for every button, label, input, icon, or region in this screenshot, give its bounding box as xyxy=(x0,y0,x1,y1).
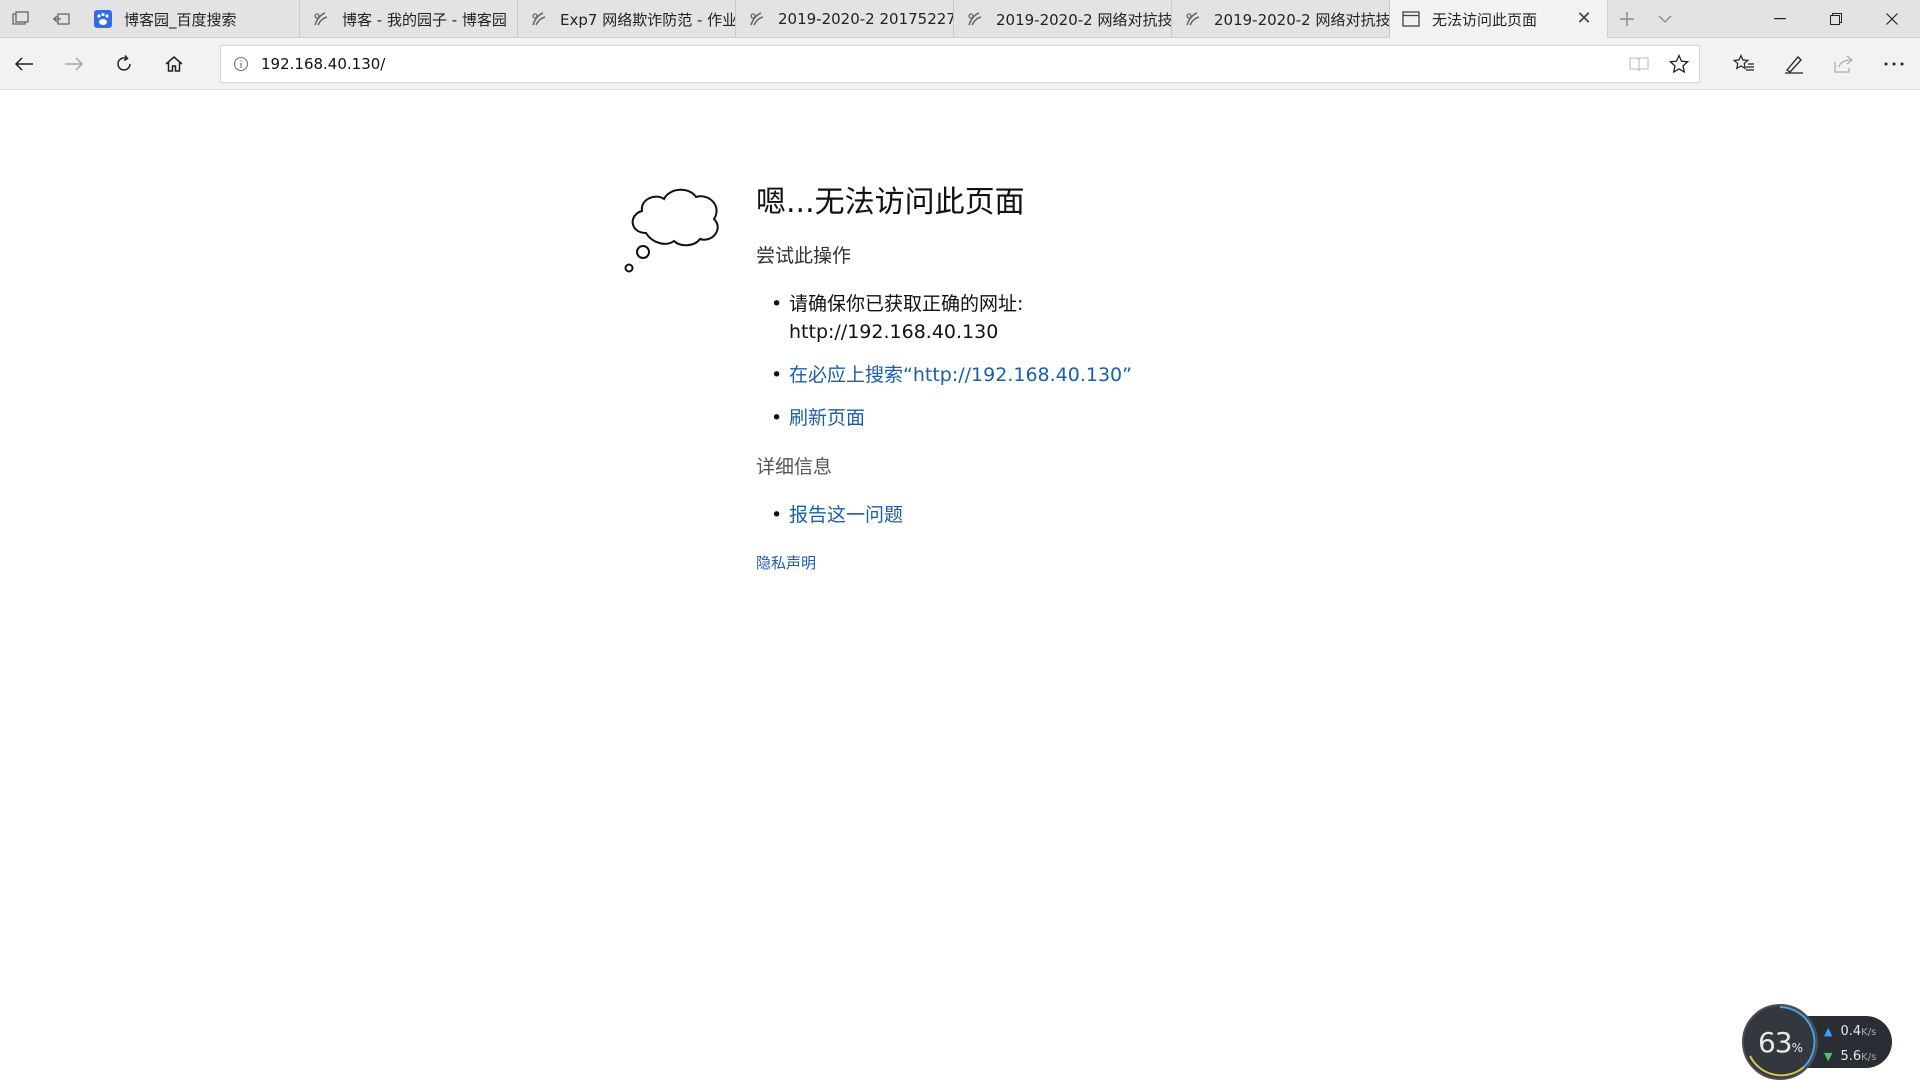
tab-network-1[interactable]: 2019-2020-2 网络对抗技术 xyxy=(954,0,1172,38)
error-page: 嗯...无法访问此页面 尝试此操作 请确保你已获取正确的网址: http://1… xyxy=(0,91,1920,1080)
error-title: 嗯...无法访问此页面 xyxy=(756,185,1025,220)
tab-label: 2019-2020-2 网络对抗技术 xyxy=(1214,10,1389,29)
memory-usage-ring: 63% xyxy=(1742,1004,1818,1080)
details-list: 报告这一问题 xyxy=(756,501,1356,529)
cnblogs-icon xyxy=(966,10,984,28)
url-input[interactable] xyxy=(261,55,1619,73)
new-tab-icon[interactable]: + xyxy=(1608,0,1646,38)
list-item-refresh: 刷新页面 xyxy=(756,404,1356,432)
tab-label: 2019-2020-2 20175227 xyxy=(778,10,953,28)
close-tab-icon[interactable]: ✕ xyxy=(1575,10,1593,28)
web-note-pen-icon[interactable] xyxy=(1776,46,1812,82)
tab-active-error[interactable]: 无法访问此页面 ✕ xyxy=(1390,0,1608,38)
try-heading: 尝试此操作 xyxy=(756,245,852,267)
list-item-check-url: 请确保你已获取正确的网址: http://192.168.40.130 xyxy=(756,290,1356,346)
cnblogs-icon xyxy=(312,10,330,28)
set-tabs-aside-icon[interactable] xyxy=(42,0,80,38)
tab-label: 无法访问此页面 xyxy=(1432,10,1538,29)
forward-button[interactable] xyxy=(56,46,92,82)
thought-cloud-icon xyxy=(624,188,719,273)
usage-ring-arc xyxy=(1749,1006,1816,1077)
site-info-icon[interactable] xyxy=(221,56,261,72)
refresh-page-link[interactable]: 刷新页面 xyxy=(789,407,865,429)
favorites-hub-icon[interactable] xyxy=(1726,46,1762,82)
cnblogs-icon xyxy=(530,10,548,28)
favorite-star-icon[interactable] xyxy=(1659,54,1699,74)
download-arrow-icon: ▼ xyxy=(1824,1050,1833,1063)
upload-arrow-icon: ▲ xyxy=(1824,1025,1833,1038)
tab-preview-icon[interactable] xyxy=(2,0,40,38)
download-rate: ▼ 5.6K/s xyxy=(1824,1049,1877,1064)
privacy-statement-link[interactable]: 隐私声明 xyxy=(756,552,816,573)
back-button[interactable] xyxy=(6,46,42,82)
cnblogs-icon xyxy=(1184,10,1202,28)
more-options-icon[interactable] xyxy=(1876,46,1912,82)
list-item-report: 报告这一问题 xyxy=(756,501,1356,529)
page-icon xyxy=(1402,10,1420,28)
home-button[interactable] xyxy=(156,46,192,82)
minimize-button[interactable] xyxy=(1752,0,1808,38)
speed-rates: ▲ 0.4K/s ▼ 5.6K/s xyxy=(1824,1020,1876,1070)
tab-20175227[interactable]: 2019-2020-2 20175227 xyxy=(736,0,954,38)
baidu-paw-icon xyxy=(94,10,112,28)
tab-cnblogs-home[interactable]: 博客 - 我的园子 - 博客园 xyxy=(300,0,518,38)
details-heading: 详细信息 xyxy=(756,456,833,478)
report-issue-link[interactable]: 报告这一问题 xyxy=(789,504,903,526)
tab-strip: 博客园_百度搜索 博客 - 我的园子 - 博客园 Exp7 网络欺诈防范 - 作… xyxy=(0,0,1920,38)
restore-button[interactable] xyxy=(1808,0,1864,38)
network-speed-widget[interactable]: 63% ▲ 0.4K/s ▼ 5.6K/s xyxy=(1742,1004,1892,1080)
tab-label: 2019-2020-2 网络对抗技术 xyxy=(996,10,1171,29)
tab-label: 博客园_百度搜索 xyxy=(124,10,237,29)
share-icon[interactable] xyxy=(1826,46,1862,82)
chevron-down-icon[interactable] xyxy=(1646,0,1684,38)
tab-label: 博客 - 我的园子 - 博客园 xyxy=(342,10,507,29)
cnblogs-icon xyxy=(748,10,766,28)
upload-rate: ▲ 0.4K/s xyxy=(1824,1024,1877,1039)
navigation-bar xyxy=(0,38,1920,90)
address-bar[interactable] xyxy=(220,45,1700,83)
close-window-button[interactable] xyxy=(1864,0,1920,38)
list-item-search: 在必应上搜索“http://192.168.40.130” xyxy=(756,361,1356,389)
tab-network-2[interactable]: 2019-2020-2 网络对抗技术 xyxy=(1172,0,1390,38)
tab-baidu-search[interactable]: 博客园_百度搜索 xyxy=(82,0,300,38)
error-message: 嗯...无法访问此页面 尝试此操作 请确保你已获取正确的网址: http://1… xyxy=(756,183,1356,573)
reading-view-icon[interactable] xyxy=(1619,56,1659,72)
tab-label: Exp7 网络欺诈防范 - 作业 xyxy=(560,10,735,29)
suggestion-list: 请确保你已获取正确的网址: http://192.168.40.130 在必应上… xyxy=(756,290,1356,432)
check-url-text: 请确保你已获取正确的网址: xyxy=(789,293,1024,315)
url-value-text: http://192.168.40.130 xyxy=(789,321,999,343)
refresh-button[interactable] xyxy=(106,46,142,82)
search-bing-link[interactable]: 在必应上搜索“http://192.168.40.130” xyxy=(789,364,1132,386)
tab-exp7[interactable]: Exp7 网络欺诈防范 - 作业 xyxy=(518,0,736,38)
